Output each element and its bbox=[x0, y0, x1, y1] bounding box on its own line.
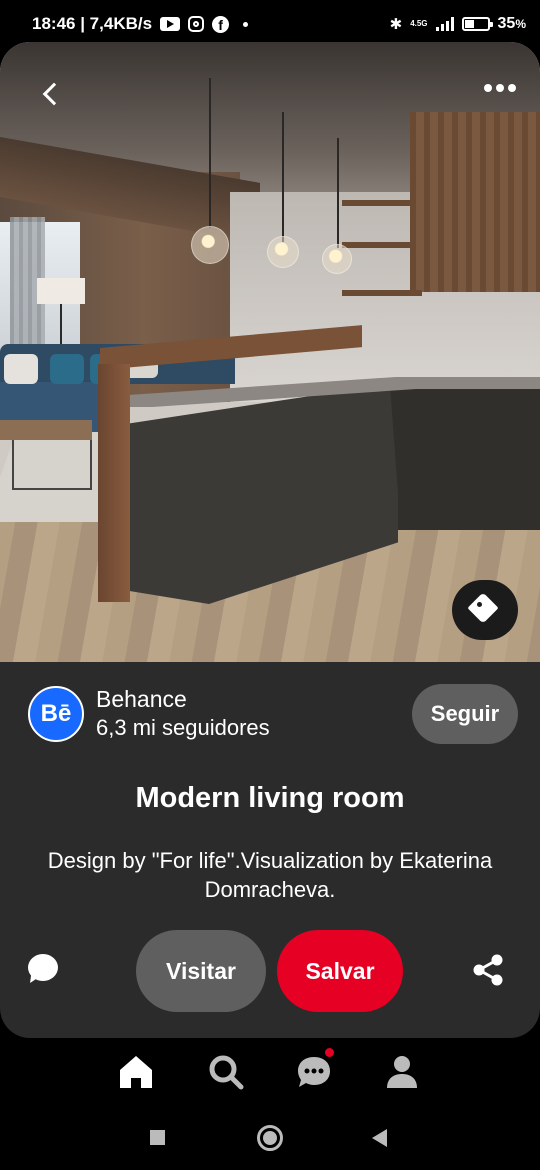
youtube-icon bbox=[160, 17, 181, 31]
facebook-icon: f bbox=[212, 15, 230, 33]
pin-card: Bē Behance 6,3 mi seguidores Seguir Mode… bbox=[0, 42, 540, 1038]
status-time: 18:46 | 7,4KB/s bbox=[32, 14, 153, 33]
creator-followers: 6,3 mi seguidores bbox=[96, 715, 270, 740]
instagram-icon bbox=[188, 16, 205, 32]
bottom-nav bbox=[0, 1040, 540, 1104]
home-button-icon[interactable] bbox=[257, 1125, 283, 1151]
notification-dot-icon bbox=[243, 21, 249, 27]
messages-button[interactable] bbox=[294, 1048, 334, 1092]
pin-title: Modern living room bbox=[135, 782, 405, 814]
save-button[interactable]: Salvar bbox=[277, 930, 403, 1012]
comment-icon[interactable] bbox=[25, 954, 61, 986]
battery-level: 35% bbox=[497, 15, 526, 32]
shop-tag-button[interactable] bbox=[452, 580, 518, 640]
creator-row: Bē Behance 6,3 mi seguidores Seguir bbox=[28, 682, 518, 746]
messages-icon bbox=[298, 1057, 330, 1087]
more-options-button[interactable] bbox=[484, 84, 516, 92]
system-nav-bar bbox=[0, 1110, 540, 1170]
back-triangle-icon[interactable] bbox=[372, 1129, 387, 1147]
pin-description: Design by "For life".Visualization by Ek… bbox=[47, 848, 493, 902]
signal-icon bbox=[435, 17, 454, 31]
profile-icon[interactable] bbox=[382, 1052, 422, 1092]
network-type: 4.5G bbox=[410, 19, 428, 28]
search-icon[interactable] bbox=[206, 1052, 246, 1092]
notification-badge bbox=[325, 1048, 334, 1057]
share-icon[interactable] bbox=[470, 952, 506, 988]
bluetooth-icon: ✱ bbox=[389, 16, 403, 33]
visit-button[interactable]: Visitar bbox=[136, 930, 266, 1012]
action-bar: Visitar Salvar bbox=[0, 930, 540, 1012]
more-horizontal-icon bbox=[484, 84, 492, 92]
status-bar: 18:46 | 7,4KB/s f ✱ 4.5G 35% bbox=[0, 0, 540, 48]
follow-button[interactable]: Seguir bbox=[412, 684, 518, 744]
battery-icon bbox=[461, 17, 493, 31]
home-icon[interactable] bbox=[116, 1052, 156, 1092]
pin-image[interactable] bbox=[0, 42, 540, 662]
back-button[interactable] bbox=[30, 74, 70, 114]
creator-name[interactable]: Behance bbox=[96, 685, 270, 713]
recent-apps-icon[interactable] bbox=[150, 1130, 165, 1145]
tag-icon bbox=[467, 592, 499, 624]
creator-avatar[interactable]: Bē bbox=[28, 686, 84, 742]
